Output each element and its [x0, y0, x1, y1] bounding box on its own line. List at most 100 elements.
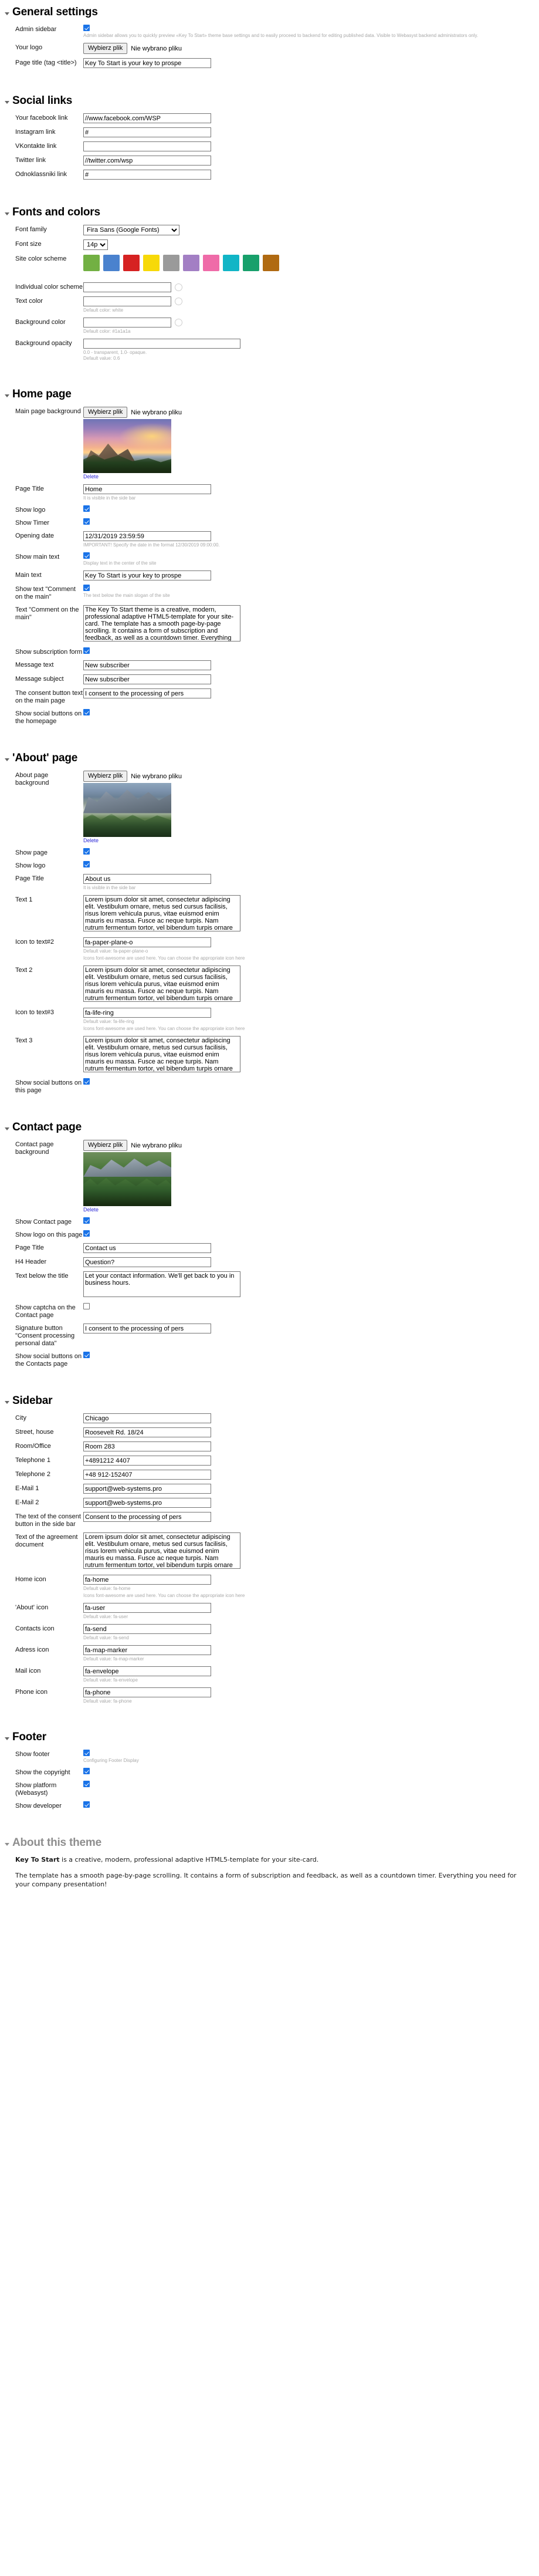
- about-text2-textarea[interactable]: Lorem ipsum dolor sit amet, consectetur …: [83, 965, 240, 1002]
- show-subscription-form-checkbox[interactable]: [83, 647, 90, 654]
- color-swatch-4[interactable]: [163, 255, 179, 271]
- opening-date-input[interactable]: [83, 531, 211, 541]
- contact-bg-file-picker[interactable]: Wybierz plik Nie wybrano pliku: [83, 1140, 182, 1151]
- section-header-general-settings[interactable]: General settings: [5, 6, 539, 19]
- home-page-title-input[interactable]: [83, 484, 211, 494]
- background-opacity-input[interactable]: [83, 339, 240, 349]
- choose-file-button[interactable]: Wybierz plik: [83, 407, 128, 418]
- main-bg-file-picker[interactable]: Wybierz plik Nie wybrano pliku: [83, 407, 182, 418]
- field-contact-h4-header: H4 Header: [0, 1257, 539, 1267]
- home-show-logo-checkbox[interactable]: [83, 505, 90, 512]
- show-main-text-checkbox[interactable]: [83, 552, 90, 559]
- sidebar-consent-text-input[interactable]: [83, 1512, 211, 1522]
- font-family-select[interactable]: Fira Sans (Google Fonts): [83, 225, 179, 235]
- contact-page-title-input[interactable]: [83, 1243, 211, 1253]
- choose-file-button[interactable]: Wybierz plik: [83, 771, 128, 782]
- individual-color-input[interactable]: [83, 282, 171, 292]
- section-header-fonts-and-colors[interactable]: Fonts and colors: [5, 206, 539, 219]
- about-text1-textarea[interactable]: Lorem ipsum dolor sit amet, consectetur …: [83, 895, 240, 931]
- color-swatch-9[interactable]: [263, 255, 279, 271]
- sidebar-email-1-input[interactable]: [83, 1484, 211, 1494]
- section-header-about-this-theme[interactable]: About this theme: [5, 1836, 539, 1849]
- show-captcha-checkbox[interactable]: [83, 1303, 90, 1309]
- message-subject-input[interactable]: [83, 674, 211, 684]
- phone-icon-input[interactable]: [83, 1687, 211, 1697]
- text-color-input[interactable]: [83, 296, 171, 306]
- section-header-contact-page[interactable]: Contact page: [5, 1121, 539, 1134]
- choose-file-button[interactable]: Wybierz plik: [83, 43, 128, 54]
- font-size-select[interactable]: 14px: [83, 239, 108, 250]
- contacts-icon-input[interactable]: [83, 1624, 211, 1634]
- show-comment-on-main-checkbox[interactable]: [83, 585, 90, 591]
- adress-icon-input[interactable]: [83, 1645, 211, 1655]
- text-below-title-textarea[interactable]: Let your contact information. We'll get …: [83, 1271, 240, 1297]
- home-show-timer-checkbox[interactable]: [83, 518, 90, 525]
- chevron-down-icon: [5, 1737, 9, 1740]
- show-contact-page-checkbox[interactable]: [83, 1217, 90, 1224]
- page-title-tag-input[interactable]: [83, 58, 211, 68]
- instagram-link-input[interactable]: [83, 127, 211, 137]
- file-name-label: Nie wybrano pliku: [131, 1142, 182, 1149]
- logo-file-picker[interactable]: Wybierz plik Nie wybrano pliku: [83, 43, 182, 54]
- field-show-contact-page: Show Contact page: [0, 1217, 539, 1226]
- delete-about-background-link[interactable]: Delete: [83, 838, 99, 843]
- about-bg-file-picker[interactable]: Wybierz plik Nie wybrano pliku: [83, 771, 182, 782]
- color-swatch-8[interactable]: [243, 255, 259, 271]
- contact-h4-header-input[interactable]: [83, 1257, 211, 1267]
- color-swatch-2[interactable]: [123, 255, 140, 271]
- vkontakte-link-input[interactable]: [83, 141, 211, 151]
- twitter-link-input[interactable]: [83, 156, 211, 166]
- field-label: Phone icon: [15, 1689, 48, 1696]
- section-header-footer[interactable]: Footer: [5, 1731, 539, 1744]
- signature-consent-button-input[interactable]: [83, 1324, 211, 1333]
- color-swatch-6[interactable]: [203, 255, 219, 271]
- delete-contact-background-link[interactable]: Delete: [83, 1207, 99, 1213]
- section-header-home-page[interactable]: Home page: [5, 388, 539, 401]
- section-header-social-links[interactable]: Social links: [5, 94, 539, 107]
- field-label: H4 Header: [15, 1258, 47, 1265]
- message-text-input[interactable]: [83, 660, 211, 670]
- about-text3-textarea[interactable]: Lorem ipsum dolor sit amet, consectetur …: [83, 1036, 240, 1072]
- main-text-input[interactable]: [83, 570, 211, 580]
- about-show-logo-checkbox[interactable]: [83, 861, 90, 867]
- about-page-title-input[interactable]: [83, 874, 211, 884]
- about-show-page-checkbox[interactable]: [83, 848, 90, 855]
- show-social-homepage-checkbox[interactable]: [83, 709, 90, 715]
- section-title: Contact page: [12, 1121, 82, 1133]
- color-swatch-5[interactable]: [183, 255, 199, 271]
- background-color-input[interactable]: [83, 318, 171, 328]
- contact-show-logo-checkbox[interactable]: [83, 1230, 90, 1237]
- color-swatch-7[interactable]: [223, 255, 239, 271]
- site-color-scheme-swatches[interactable]: [83, 255, 539, 271]
- mail-icon-input[interactable]: [83, 1666, 211, 1676]
- show-platform-checkbox[interactable]: [83, 1781, 90, 1787]
- sidebar-room-input[interactable]: [83, 1441, 211, 1451]
- about-show-social-checkbox[interactable]: [83, 1078, 90, 1085]
- sidebar-telephone-1-input[interactable]: [83, 1456, 211, 1466]
- section-header-sidebar[interactable]: Sidebar: [5, 1395, 539, 1407]
- sidebar-email-2-input[interactable]: [83, 1498, 211, 1508]
- show-copyright-checkbox[interactable]: [83, 1768, 90, 1774]
- sidebar-city-input[interactable]: [83, 1413, 211, 1423]
- section-header-about-page[interactable]: 'About' page: [5, 752, 539, 765]
- delete-main-background-link[interactable]: Delete: [83, 474, 99, 480]
- about-icon-input[interactable]: [83, 1603, 211, 1613]
- icon-to-text3-input[interactable]: [83, 1008, 211, 1018]
- color-swatch-0[interactable]: [83, 255, 100, 271]
- icon-to-text2-input[interactable]: [83, 937, 211, 947]
- show-developer-checkbox[interactable]: [83, 1801, 90, 1808]
- sidebar-agreement-textarea[interactable]: Lorem ipsum dolor sit amet, consectetur …: [83, 1532, 240, 1569]
- consent-button-text-main-input[interactable]: [83, 688, 211, 698]
- comment-on-main-textarea[interactable]: The Key To Start theme is a creative, mo…: [83, 605, 240, 642]
- odnoklassniki-link-input[interactable]: [83, 170, 211, 180]
- facebook-link-input[interactable]: [83, 113, 211, 123]
- color-swatch-3[interactable]: [143, 255, 160, 271]
- choose-file-button[interactable]: Wybierz plik: [83, 1140, 128, 1151]
- color-swatch-1[interactable]: [103, 255, 120, 271]
- admin-sidebar-checkbox[interactable]: [83, 25, 90, 31]
- sidebar-street-input[interactable]: [83, 1427, 211, 1437]
- contact-show-social-checkbox[interactable]: [83, 1352, 90, 1358]
- sidebar-telephone-2-input[interactable]: [83, 1470, 211, 1480]
- show-footer-checkbox[interactable]: [83, 1750, 90, 1756]
- home-icon-input[interactable]: [83, 1575, 211, 1585]
